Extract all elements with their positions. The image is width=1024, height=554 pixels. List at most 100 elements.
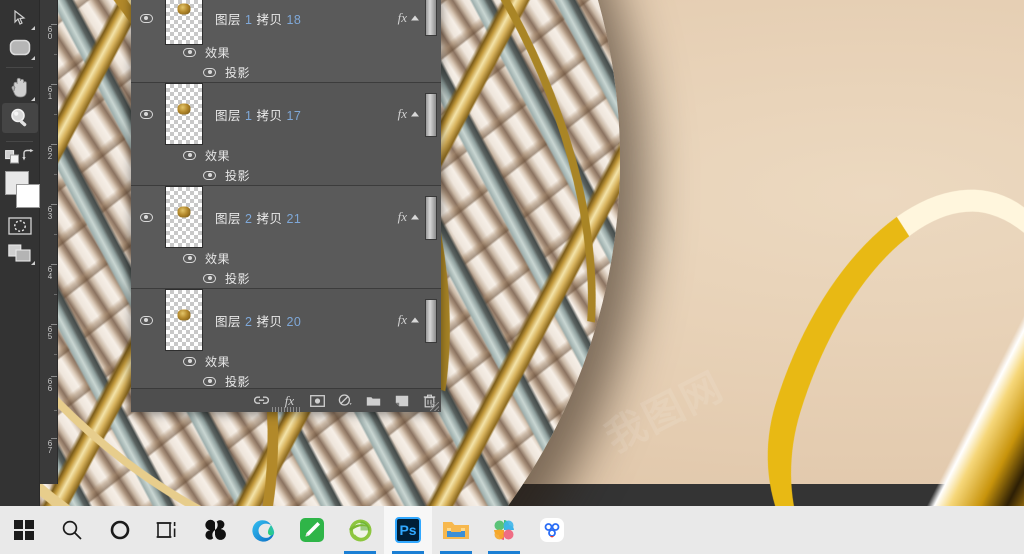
tool-rounded-rectangle[interactable] [2, 32, 38, 62]
cortana-button[interactable] [96, 506, 144, 554]
chevron-up-icon[interactable] [411, 15, 419, 21]
layer-thumbnail[interactable] [165, 186, 203, 248]
effects-label[interactable]: 效果 [205, 250, 230, 267]
add-layer-mask-button[interactable] [310, 393, 325, 408]
tools-panel[interactable] [0, 0, 40, 506]
layer-row[interactable]: 图层 2 拷贝 21 fx [131, 186, 441, 248]
layer-fx-badge[interactable]: fx [398, 106, 407, 122]
taskbar-app-baidu-netdisk[interactable] [528, 506, 576, 554]
layer-group[interactable]: 图层 2 拷贝 20 fx 效果 投影 [131, 289, 441, 392]
layer-fx-badge[interactable]: fx [398, 10, 407, 26]
layer-drop-shadow-row[interactable]: 投影 [131, 62, 441, 82]
photoshop-window: 我图网 我图网 60 61 62 63 64 65 66 67 [0, 0, 1024, 554]
layer-drop-shadow-row[interactable]: 投影 [131, 165, 441, 185]
screen-mode-button[interactable] [2, 239, 38, 267]
ruler-mark-66: 66 [47, 377, 53, 393]
task-view-button[interactable] [144, 506, 192, 554]
layer-effects-row[interactable]: 效果 [131, 351, 441, 371]
eye-icon[interactable] [139, 109, 153, 119]
layers-panel[interactable]: 图层 1 拷贝 18 fx 效果 投影 图层 1 拷贝 17 fx 效果 投影 … [131, 0, 441, 412]
new-group-button[interactable] [366, 393, 381, 408]
taskbar-app-notepad[interactable] [288, 506, 336, 554]
layer-name[interactable]: 图层 2 拷贝 21 [215, 208, 301, 227]
panel-drag-handle[interactable] [272, 407, 300, 412]
eye-icon[interactable] [203, 273, 216, 283]
tool-path-selection[interactable] [2, 2, 38, 32]
panel-scrollbar-thumb[interactable] [425, 196, 437, 240]
eye-icon[interactable] [183, 253, 196, 263]
eye-icon[interactable] [203, 376, 216, 386]
drop-shadow-label[interactable]: 投影 [225, 167, 250, 184]
layer-visibility-toggle[interactable] [131, 315, 161, 325]
layer-group[interactable]: 图层 1 拷贝 18 fx 效果 投影 [131, 0, 441, 83]
effects-label[interactable]: 效果 [205, 44, 230, 61]
layer-fx-badge[interactable]: fx [398, 312, 407, 328]
start-button[interactable] [0, 506, 48, 554]
layer-row[interactable]: 图层 1 拷贝 18 fx [131, 0, 441, 45]
search-button[interactable] [48, 506, 96, 554]
drop-shadow-label[interactable]: 投影 [225, 373, 250, 390]
folder-icon [366, 396, 381, 406]
layer-fx-badge[interactable]: fx [398, 209, 407, 225]
layer-drop-shadow-row[interactable]: 投影 [131, 268, 441, 288]
layer-group[interactable]: 图层 1 拷贝 17 fx 效果 投影 [131, 83, 441, 186]
layer-effects-row[interactable]: 效果 [131, 42, 441, 62]
chevron-up-icon[interactable] [411, 111, 419, 117]
eye-icon[interactable] [139, 13, 153, 23]
new-adjustment-layer-button[interactable] [338, 393, 353, 408]
taskbar-app-file-explorer[interactable] [432, 506, 480, 554]
windows-taskbar[interactable]: Ps [0, 506, 1024, 554]
taskbar-app-edge[interactable] [240, 506, 288, 554]
taskbar-app-photos[interactable] [480, 506, 528, 554]
layer-effects-row[interactable]: 效果 [131, 248, 441, 268]
layer-thumbnail[interactable] [165, 83, 203, 145]
chevron-up-icon[interactable] [411, 317, 419, 323]
layer-thumbnail[interactable] [165, 289, 203, 351]
tool-hand[interactable] [2, 73, 38, 103]
layer-visibility-toggle[interactable] [131, 13, 161, 23]
screen-mode-icon [7, 243, 31, 262]
swap-colors-arrow-icon [22, 149, 34, 161]
chevron-up-icon[interactable] [411, 214, 419, 220]
layer-name[interactable]: 图层 2 拷贝 20 [215, 311, 301, 330]
arrow-cursor-icon [14, 9, 26, 25]
layer-group[interactable]: 图层 2 拷贝 21 fx 效果 投影 [131, 186, 441, 289]
layer-row[interactable]: 图层 1 拷贝 17 fx [131, 83, 441, 145]
layer-row[interactable]: 图层 2 拷贝 20 fx [131, 289, 441, 351]
color-swatches[interactable] [0, 169, 40, 213]
taskbar-app-photoshop[interactable]: Ps [384, 506, 432, 554]
effects-label[interactable]: 效果 [205, 353, 230, 370]
taskbar-app-sogou[interactable] [192, 506, 240, 554]
background-color-swatch[interactable] [16, 184, 40, 208]
eye-icon[interactable] [183, 47, 196, 57]
resize-grip[interactable] [430, 402, 439, 411]
tool-zoom[interactable] [1, 103, 38, 133]
panel-scrollbar-thumb[interactable] [425, 0, 437, 36]
new-layer-button[interactable] [394, 393, 409, 408]
photoshop-icon: Ps [395, 517, 421, 543]
layer-thumbnail[interactable] [165, 0, 203, 45]
taskbar-app-ie[interactable] [336, 506, 384, 554]
layer-visibility-toggle[interactable] [131, 212, 161, 222]
layer-name[interactable]: 图层 1 拷贝 18 [215, 9, 301, 28]
eye-icon[interactable] [183, 356, 196, 366]
layer-style-fx-button[interactable]: fx [282, 393, 297, 408]
quick-mask-toggle[interactable] [2, 213, 38, 239]
effects-label[interactable]: 效果 [205, 147, 230, 164]
eye-icon[interactable] [139, 315, 153, 325]
eye-icon[interactable] [203, 67, 216, 77]
ruler-mark-63: 63 [47, 205, 53, 221]
adjustment-circle-icon [338, 394, 352, 406]
layer-name[interactable]: 图层 1 拷贝 17 [215, 105, 301, 124]
layer-visibility-toggle[interactable] [131, 109, 161, 119]
panel-scrollbar-thumb[interactable] [425, 93, 437, 137]
panel-scrollbar-thumb[interactable] [425, 299, 437, 343]
drop-shadow-label[interactable]: 投影 [225, 270, 250, 287]
eye-icon[interactable] [203, 170, 216, 180]
link-layers-button[interactable] [254, 393, 269, 408]
drop-shadow-label[interactable]: 投影 [225, 64, 250, 81]
ruler-mark-65: 65 [47, 325, 53, 341]
eye-icon[interactable] [183, 150, 196, 160]
layer-effects-row[interactable]: 效果 [131, 145, 441, 165]
eye-icon[interactable] [139, 212, 153, 222]
